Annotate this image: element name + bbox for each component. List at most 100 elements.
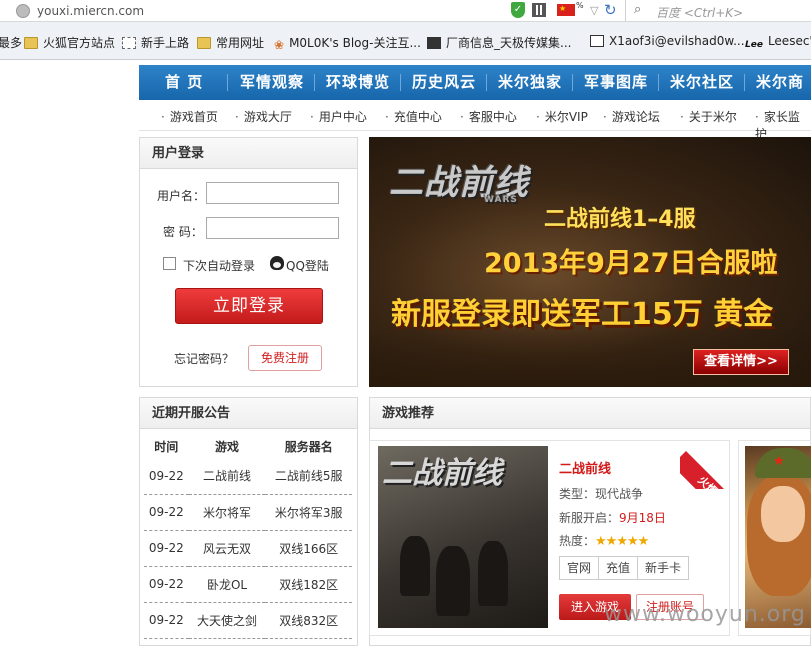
qq-penguin-icon[interactable] — [270, 256, 284, 270]
table-row[interactable]: 09-22 卧龙OL 双线182区 — [144, 566, 352, 603]
subnav-service[interactable]: 客服中心 — [460, 108, 517, 125]
row-date: 09-22 — [144, 530, 189, 567]
watermark: www.wooyun.org — [604, 602, 806, 627]
bookmark-most-visited[interactable]: 最多 — [0, 34, 22, 51]
game-heat: 热度：★★★★★ — [559, 534, 649, 549]
banner-headline-gift: 新服登录即送军工15万 黄金 — [391, 297, 774, 332]
nav-mall[interactable]: 米尔商城 — [756, 65, 811, 126]
china-flag-icon[interactable] — [557, 4, 575, 16]
row-date: 09-22 — [144, 566, 189, 603]
subnav-user-center[interactable]: 用户中心 — [310, 108, 367, 125]
game-quick-links: 官网 充值 新手卡 — [559, 556, 690, 580]
qq-login-link[interactable]: QQ登陆 — [286, 257, 329, 274]
subnav-recharge[interactable]: 充值中心 — [385, 108, 442, 125]
newbie-card-link[interactable]: 新手卡 — [638, 557, 688, 579]
bookmark-leesec[interactable]: Lee Leesec' — [745, 34, 811, 52]
row-server[interactable]: 双线166区 — [265, 530, 352, 567]
nav-divider — [314, 74, 315, 91]
password-field[interactable] — [206, 217, 339, 239]
nav-global-expo[interactable]: 环球博览 — [326, 65, 390, 100]
nav-divider — [572, 74, 573, 91]
nav-divider — [486, 74, 487, 91]
search-box[interactable]: ⌕ 百度 <Ctrl+K> — [625, 0, 811, 21]
nav-home[interactable]: 首 页 — [165, 65, 203, 100]
character-face — [761, 486, 805, 542]
promo-banner[interactable]: 二战前线 WARS 二战前线1–4服 2013年9月27日合服啦 新服登录即送军工… — [369, 137, 811, 387]
password-label: 密 码： — [163, 225, 203, 239]
subnav-game-hall[interactable]: 游戏大厅 — [235, 108, 292, 125]
notice-header-row: 时间 游戏 服务器名 — [144, 434, 352, 458]
free-register-button[interactable]: 免费注册 — [248, 345, 322, 371]
banner-headline-date: 2013年9月27日合服啦 — [484, 248, 778, 279]
nav-history[interactable]: 历史风云 — [412, 65, 476, 100]
forgot-password-link[interactable]: 忘记密码？ — [174, 350, 234, 367]
row-game[interactable]: 卧龙OL — [188, 566, 266, 603]
bookmark-common-sites[interactable]: 常用网址 — [197, 34, 264, 51]
subnav-game-home[interactable]: 游戏首页 — [161, 108, 218, 125]
url-field[interactable]: youxi.miercn.com — [37, 4, 144, 18]
folder-icon — [24, 37, 38, 49]
banner-headline-servers: 二战前线1–4服 — [544, 207, 696, 232]
bookmark-firefox-site[interactable]: 火狐官方站点 — [24, 34, 115, 51]
notice-title: 近期开服公告 — [140, 398, 357, 429]
nav-divider — [400, 74, 401, 91]
flower-icon: ❀ — [274, 38, 285, 52]
nav-community[interactable]: 米尔社区 — [670, 65, 734, 100]
zoom-indicator: % — [576, 1, 584, 10]
open-date-value: 9月18日 — [619, 511, 666, 525]
subnav-vip[interactable]: 米尔VIP — [536, 108, 588, 125]
remember-checkbox[interactable] — [163, 257, 176, 270]
search-placeholder: 百度 <Ctrl+K> — [656, 6, 744, 20]
shield-icon[interactable]: ✓ — [511, 2, 525, 18]
soldier-silhouette — [436, 546, 470, 616]
table-row[interactable]: 09-22 米尔将军 米尔将军3服 — [144, 494, 352, 531]
banner-detail-button[interactable]: 查看详情>> — [693, 349, 789, 375]
username-label: 用户名： — [157, 189, 206, 203]
game-recommend-title: 游戏推荐 — [370, 398, 810, 429]
bookmark-getting-started[interactable]: 新手上路 — [122, 34, 189, 51]
game-cover-image-2[interactable]: ★ — [745, 446, 811, 628]
bookmark-molok-blog[interactable]: ❀ M0L0K's Blog-关注互... — [274, 34, 421, 52]
chevron-down-icon[interactable]: ▽ — [590, 4, 598, 17]
subnav-about[interactable]: 关于米尔 — [680, 108, 737, 125]
soldier-silhouette — [478, 541, 508, 606]
nav-divider — [658, 74, 659, 91]
banner-logo-sub: WARS — [484, 195, 518, 205]
login-panel: 用户登录 用户名： 密 码： 下次自动登录 QQ登陆 立即登录 忘记密码？ 免费… — [139, 137, 358, 387]
game-open-date: 新服开启：9月18日 — [559, 511, 666, 525]
row-game[interactable]: 大天使之剑 — [188, 602, 266, 639]
reload-icon[interactable]: ↻ — [604, 1, 617, 19]
row-server[interactable]: 米尔将军3服 — [265, 494, 352, 531]
subnav-forum[interactable]: 游戏论坛 — [603, 108, 660, 125]
game-name-link[interactable]: 二战前线 — [559, 458, 611, 477]
qr-code-icon[interactable] — [532, 3, 546, 17]
bookmark-x1aof3i[interactable]: X1aof3i@evilshad0w... — [590, 34, 745, 48]
lee-icon: Lee — [745, 40, 763, 50]
row-game[interactable]: 米尔将军 — [188, 494, 266, 531]
username-field[interactable] — [206, 182, 339, 204]
game-cover-image[interactable]: 二战前线 — [378, 446, 548, 628]
row-server[interactable]: 二战前线5服 — [265, 458, 352, 495]
nav-mier-exclusive[interactable]: 米尔独家 — [498, 65, 562, 100]
row-server[interactable]: 双线182区 — [265, 566, 352, 603]
page-icon — [590, 35, 604, 47]
site-icon — [427, 37, 441, 49]
browser-url-bar: youxi.miercn.com ✓ % ▽ ↻ ⌕ 百度 <Ctrl+K> — [0, 0, 811, 22]
bookmark-vendor-info[interactable]: 厂商信息_天极传媒集... — [427, 34, 571, 51]
login-button[interactable]: 立即登录 — [175, 288, 323, 324]
table-row[interactable]: 09-22 大天使之剑 双线832区 — [144, 602, 352, 639]
server-notice-panel: 近期开服公告 时间 游戏 服务器名 09-22 二战前线 二战前线5服 09-2… — [139, 397, 358, 646]
bookmarks-bar: 最多 火狐官方站点 新手上路 常用网址 ❀ M0L0K's Blog-关注互...… — [0, 22, 811, 60]
row-server[interactable]: 双线832区 — [265, 602, 352, 639]
row-game[interactable]: 风云无双 — [188, 530, 266, 567]
folder-icon — [197, 37, 211, 49]
table-row[interactable]: 09-22 风云无双 双线166区 — [144, 530, 352, 567]
nav-divider — [227, 74, 228, 91]
official-site-link[interactable]: 官网 — [560, 557, 600, 579]
recharge-link[interactable]: 充值 — [599, 557, 639, 579]
row-date: 09-22 — [144, 602, 189, 639]
row-game[interactable]: 二战前线 — [188, 458, 266, 495]
table-row[interactable]: 09-22 二战前线 二战前线5服 — [144, 458, 352, 495]
nav-military-gallery[interactable]: 军事图库 — [584, 65, 648, 100]
nav-military-watch[interactable]: 军情观察 — [240, 65, 304, 100]
